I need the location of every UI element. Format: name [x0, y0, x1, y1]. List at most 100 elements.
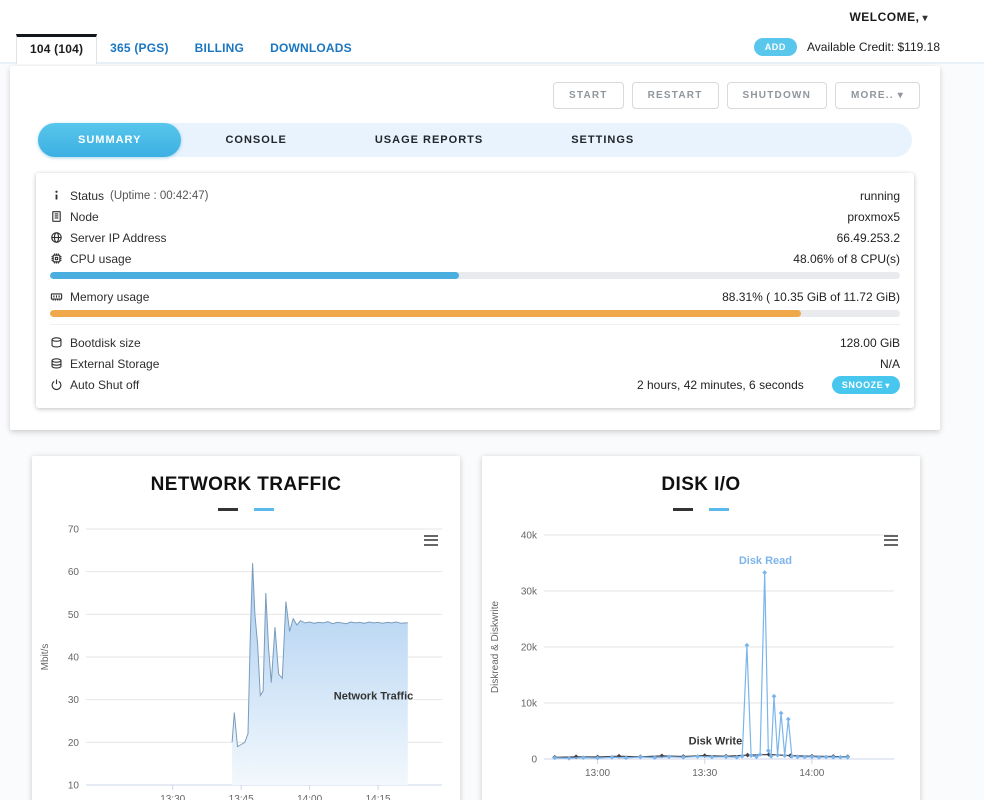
- external-storage-value: N/A: [879, 356, 900, 371]
- divider: [50, 324, 900, 325]
- bootdisk-label: Bootdisk size: [70, 335, 141, 350]
- storage-icon: [50, 357, 70, 370]
- available-credit: Available Credit: $119.18: [807, 40, 940, 54]
- svg-text:13:45: 13:45: [229, 794, 254, 800]
- svg-text:30: 30: [68, 695, 80, 706]
- svg-text:40k: 40k: [521, 530, 538, 541]
- tab-summary[interactable]: SUMMARY: [38, 123, 182, 157]
- svg-text:14:00: 14:00: [799, 768, 824, 779]
- disk-io-chart: 0 10k 20k 30k 40k 13:00 13:30 14:00 Diskread & D…: [490, 530, 894, 779]
- ip-value: 66.49.253.2: [836, 230, 900, 245]
- ip-label: Server IP Address: [70, 230, 167, 245]
- svg-text:Disk Write: Disk Write: [689, 735, 743, 747]
- top-header: WELCOME, ▾: [0, 0, 984, 34]
- svg-text:Network Traffic: Network Traffic: [334, 690, 413, 702]
- node-label: Node: [70, 209, 99, 224]
- uptime-label: (Uptime : 00:42:47): [110, 189, 209, 202]
- shutdown-button[interactable]: SHUTDOWN: [726, 82, 827, 109]
- globe-icon: [50, 231, 70, 244]
- network-chart-title: NETWORK TRAFFIC: [150, 474, 342, 495]
- svg-text:60: 60: [68, 567, 80, 578]
- svg-text:20: 20: [68, 737, 80, 748]
- power-icon: [50, 378, 70, 391]
- auto-shutoff-label: Auto Shut off: [70, 377, 140, 392]
- svg-text:13:00: 13:00: [585, 768, 610, 779]
- svg-text:14:00: 14:00: [297, 794, 322, 800]
- bootdisk-value: 128.00 GiB: [839, 335, 900, 350]
- disk-chart-top-legend: [482, 508, 920, 511]
- memory-label: Memory usage: [70, 289, 150, 304]
- restart-button[interactable]: RESTART: [631, 82, 719, 109]
- network-traffic-card: NETWORK TRAFFIC 10 20 30 40 50 60 70 13:30 13:45…: [32, 456, 460, 800]
- svg-text:50: 50: [68, 609, 80, 620]
- node-value: proxmox5: [847, 209, 900, 224]
- disk-icon: [50, 336, 70, 349]
- auto-shutoff-value: 2 hours, 42 minutes, 6 seconds: [637, 377, 804, 392]
- memory-progress: [50, 310, 900, 317]
- svg-text:30k: 30k: [521, 586, 538, 597]
- svg-text:14:15: 14:15: [366, 794, 391, 800]
- more-button[interactable]: MORE.. ▾: [835, 82, 920, 109]
- cpu-label: CPU usage: [70, 251, 132, 266]
- cpu-progress: [50, 272, 900, 279]
- status-label: Status: [70, 188, 105, 203]
- cpu-row: CPU usage 48.06% of 8 CPU(s): [50, 248, 900, 269]
- network-traffic-chart: 10 20 30 40 50 60 70 13:30 13:45 14:00 14:15 Mbit/s…: [40, 524, 442, 800]
- status-row: Status (Uptime : 00:42:47) running: [50, 185, 900, 206]
- tab-settings[interactable]: SETTINGS: [527, 134, 678, 146]
- svg-text:0: 0: [531, 754, 537, 765]
- welcome-label: WELCOME,: [849, 10, 920, 24]
- auto-shutoff-row: Auto Shut off 2 hours, 42 minutes, 6 sec…: [50, 374, 900, 395]
- chevron-down-icon: ▾: [922, 13, 928, 24]
- svg-text:70: 70: [68, 524, 80, 535]
- svg-text:Disk Read: Disk Read: [739, 555, 792, 567]
- node-row: Node proxmox5: [50, 206, 900, 227]
- disk-io-card: DISK I/O 0 10k 20k 30k 40k 13:00 13:30 14:00 Dis…: [482, 456, 920, 800]
- tab-vm-104[interactable]: 104 (104): [16, 34, 98, 64]
- chevron-down-icon: ▾: [885, 380, 890, 390]
- snooze-button[interactable]: SNOOZE ▾: [831, 375, 900, 394]
- status-value: running: [859, 188, 900, 203]
- chevron-down-icon: ▾: [897, 90, 904, 101]
- ip-row: Server IP Address 66.49.253.2: [50, 227, 900, 248]
- external-storage-label: External Storage: [70, 356, 160, 371]
- add-button[interactable]: ADD: [753, 38, 798, 56]
- legend-dash-blue[interactable]: [254, 508, 274, 511]
- vm-actions: START RESTART SHUTDOWN MORE.. ▾: [26, 82, 924, 109]
- cpu-value: 48.06% of 8 CPU(s): [793, 251, 900, 266]
- tab-downloads[interactable]: DOWNLOADS: [257, 34, 365, 62]
- disk-chart-title: DISK I/O: [661, 474, 741, 495]
- chart-menu-icon[interactable]: [424, 532, 438, 548]
- tab-console[interactable]: CONSOLE: [181, 134, 330, 146]
- tab-bar: 104 (104) 365 (PGS) BILLING DOWNLOADS AD…: [0, 34, 984, 64]
- tab-vm-365[interactable]: 365 (PGS): [97, 34, 182, 62]
- start-button[interactable]: START: [553, 82, 624, 109]
- summary-info-card: Status (Uptime : 00:42:47) running Node …: [36, 173, 914, 408]
- memory-value: 88.31% ( 10.35 GiB of 11.72 GiB): [722, 289, 900, 304]
- cpu-progress-fill: [50, 272, 459, 279]
- server-icon: [50, 210, 70, 223]
- tab-usage-reports[interactable]: USAGE REPORTS: [331, 134, 527, 146]
- legend-dash-black[interactable]: [673, 508, 693, 511]
- svg-text:40: 40: [68, 652, 80, 663]
- legend-dash-black[interactable]: [218, 508, 238, 511]
- info-icon: [50, 189, 70, 202]
- welcome-menu[interactable]: WELCOME, ▾: [849, 10, 928, 24]
- svg-text:13:30: 13:30: [160, 794, 185, 800]
- svg-text:20k: 20k: [521, 642, 538, 653]
- subtab-bar: SUMMARY CONSOLE USAGE REPORTS SETTINGS: [38, 123, 912, 157]
- legend-dash-blue[interactable]: [709, 508, 729, 511]
- external-storage-row: External Storage N/A: [50, 353, 900, 374]
- svg-text:Diskread & Diskwrite: Diskread & Diskwrite: [490, 600, 501, 693]
- bootdisk-row: Bootdisk size 128.00 GiB: [50, 332, 900, 353]
- svg-text:13:30: 13:30: [692, 768, 717, 779]
- vm-panel: START RESTART SHUTDOWN MORE.. ▾ SUMMARY C…: [10, 66, 940, 430]
- memory-row: Memory usage 88.31% ( 10.35 GiB of 11.72…: [50, 286, 900, 307]
- tab-billing[interactable]: BILLING: [182, 34, 257, 62]
- snooze-label: SNOOZE: [841, 379, 884, 390]
- chart-menu-icon[interactable]: [884, 532, 898, 548]
- memory-icon: [50, 290, 70, 303]
- svg-text:10: 10: [68, 780, 80, 791]
- cpu-icon: [50, 252, 70, 265]
- svg-text:Mbit/s: Mbit/s: [40, 643, 51, 670]
